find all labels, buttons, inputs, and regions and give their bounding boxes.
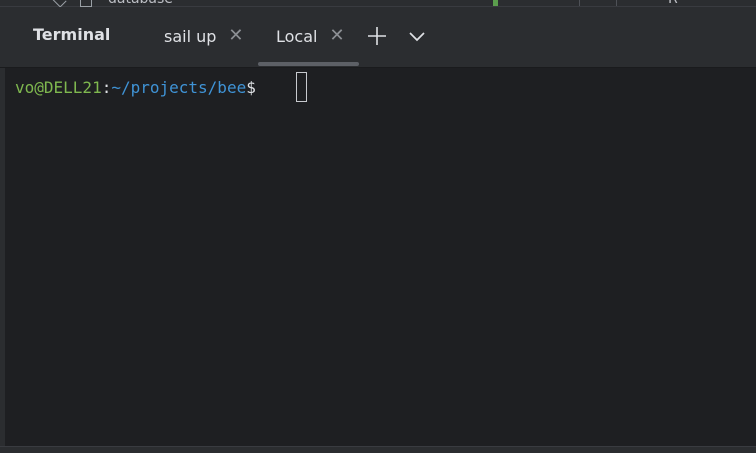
- peek-right-label: R: [668, 0, 678, 7]
- divider: [616, 0, 617, 6]
- peek-folder-label: database: [108, 0, 173, 7]
- tab-dropdown-button[interactable]: [404, 23, 430, 49]
- chevron-down-icon: [409, 32, 425, 42]
- prompt-path: ~/projects/bee: [111, 78, 247, 97]
- tab-label: Local: [276, 26, 318, 46]
- tab-local[interactable]: Local ✕: [276, 23, 345, 49]
- folder-icon: [80, 0, 92, 7]
- terminal-tab-bar: Terminal sail up ✕ Local ✕: [0, 7, 756, 68]
- tab-label: sail up: [164, 26, 217, 46]
- terminal-window: database R Terminal sail up ✕ Local ✕: [0, 0, 756, 453]
- terminal-output[interactable]: vo@DELL21:~/projects/bee$: [0, 68, 749, 446]
- prompt-separator: :: [101, 78, 112, 97]
- divider: [579, 0, 580, 6]
- bottom-status-strip: [0, 446, 756, 453]
- close-icon[interactable]: ✕: [329, 27, 344, 45]
- shell-prompt: vo@DELL21:~/projects/bee$: [15, 78, 256, 98]
- scroll-gutter: [749, 68, 756, 446]
- change-marker: [493, 0, 498, 6]
- editor-peek-strip: database R: [0, 0, 756, 8]
- prompt-user-host: vo@DELL21: [15, 78, 102, 97]
- panel-title: Terminal: [33, 25, 111, 44]
- tab-sail-up[interactable]: sail up ✕: [164, 23, 244, 49]
- text-cursor: [296, 72, 307, 102]
- prompt-symbol: $: [246, 78, 256, 97]
- plus-icon: [368, 27, 386, 45]
- active-tab-indicator: [258, 62, 359, 66]
- new-tab-button[interactable]: [364, 23, 390, 49]
- close-icon[interactable]: ✕: [228, 27, 243, 45]
